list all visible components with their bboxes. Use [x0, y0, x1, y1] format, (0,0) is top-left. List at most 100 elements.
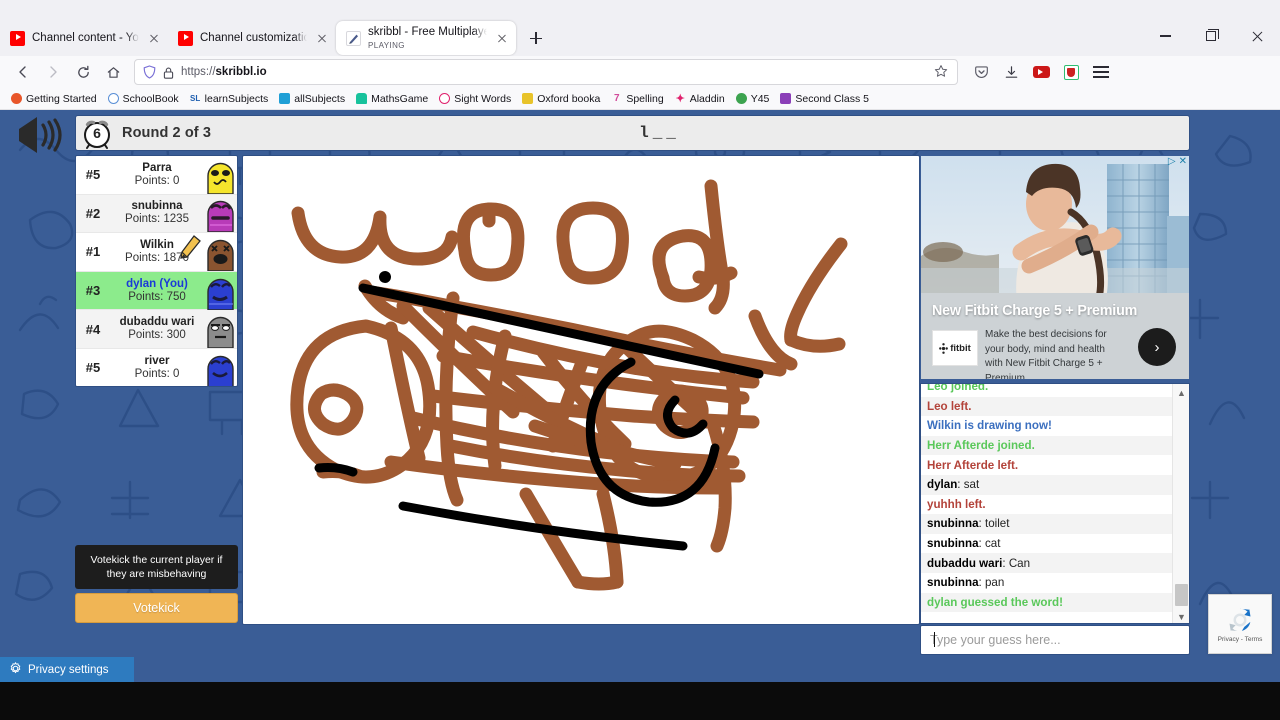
tab-2[interactable]: skribbl - Free Multiplayer Drawi PLAYING: [336, 21, 516, 55]
browser-titlebar: Channel content - YouTube Stu Channel cu…: [0, 0, 1280, 56]
word-hint-char-1: _: [652, 124, 663, 142]
tab-0-title: Channel content - YouTube Stu: [32, 31, 139, 44]
new-tab-button[interactable]: [522, 24, 550, 52]
menu-icon[interactable]: [1086, 58, 1116, 86]
url-text: https://skribbl.io: [181, 66, 926, 78]
tab-1-close-icon[interactable]: [314, 30, 330, 46]
chat-message: snubinna: pan: [927, 576, 1005, 590]
tab-2-close-icon[interactable]: [494, 30, 510, 46]
recaptcha-badge[interactable]: Privacy - Terms: [1208, 594, 1272, 654]
player-4-rank: #4: [85, 321, 101, 337]
bookmark-2[interactable]: SL learnSubjects: [185, 91, 274, 107]
chat-message-8-text: cat: [984, 537, 1001, 551]
close-window-button[interactable]: [1234, 20, 1280, 52]
scroll-up-icon[interactable]: ▲: [1173, 384, 1189, 401]
player-2-rank: #1: [85, 244, 101, 260]
firefox-icon: [11, 93, 22, 104]
game-wrapper: 6 Round 2 of 3 l _ _ #5 Parra Points: 0: [19, 115, 1190, 667]
bookmark-1[interactable]: SchoolBook: [103, 91, 184, 107]
bookmark-6-label: Oxford booka: [537, 92, 601, 105]
bookmark-3[interactable]: allSubjects: [274, 91, 350, 107]
navigation-bar: https://skribbl.io: [0, 56, 1280, 88]
privacy-settings-label: Privacy settings: [28, 663, 109, 676]
bookmark-4-label: MathsGame: [371, 92, 429, 105]
player-3-points: Points: 750: [128, 290, 186, 303]
chat-message-5-text: sat: [963, 478, 980, 492]
chat-message-9-author: dubaddu wari: [927, 556, 1003, 570]
chat-message: Wilkin is drawing now!: [921, 416, 1173, 436]
url-bar[interactable]: https://skribbl.io: [134, 59, 958, 85]
chat-message: dylan: sat: [921, 474, 1173, 495]
advertisement[interactable]: ▷ ✕ New Fitbit Charge 5 + Premium fitbit…: [920, 155, 1190, 380]
star-icon: ✦: [675, 93, 685, 105]
chevron-right-icon[interactable]: ›: [1138, 328, 1176, 366]
bookmarks-bar: Getting Started SchoolBook SL learnSubjec…: [0, 88, 1280, 110]
tab-0-close-icon[interactable]: [146, 30, 162, 46]
pocket-icon[interactable]: [966, 58, 996, 86]
player-row-4: #4 dubaddu wari Points: 300: [76, 310, 237, 349]
shield-extension-icon[interactable]: [1056, 58, 1086, 86]
chat-message: snubinna: cat: [927, 537, 1001, 551]
player-5-rank: #5: [85, 360, 101, 376]
player-5-points: Points: 0: [134, 367, 180, 380]
word-hint-char-0: l: [639, 124, 649, 142]
recaptcha-terms: Terms: [1244, 636, 1263, 643]
bookmark-5[interactable]: Sight Words: [434, 91, 516, 107]
privacy-settings-button[interactable]: Privacy settings: [0, 657, 134, 682]
bookmark-10[interactable]: Second Class 5: [775, 91, 874, 107]
bookmark-9[interactable]: Y45: [731, 91, 775, 107]
recaptcha-privacy: Privacy: [1217, 636, 1239, 643]
tab-1-title: Channel customization - YouTu: [200, 31, 307, 44]
tab-2-labels: skribbl - Free Multiplayer Drawi PLAYING: [368, 26, 487, 51]
chat-message: yuhhh left.: [921, 495, 1173, 515]
text-icon: SL: [190, 94, 201, 103]
ad-close-icon[interactable]: ✕: [1179, 157, 1187, 167]
chat-message: Herr Afterde joined.: [921, 435, 1173, 456]
download-icon[interactable]: [996, 58, 1026, 86]
speaker-icon[interactable]: [7, 113, 63, 157]
scroll-down-icon[interactable]: ▼: [1173, 608, 1189, 623]
ad-badges[interactable]: ▷ ✕: [1168, 157, 1187, 167]
chat-message-9-text: Can: [1008, 556, 1031, 570]
tab-0[interactable]: Channel content - YouTube Stu: [0, 20, 168, 56]
bookmark-8[interactable]: ✦ Aladdin: [670, 91, 730, 107]
youtube-extension-icon[interactable]: [1026, 58, 1056, 86]
skribbl-page: 6 Round 2 of 3 l _ _ #5 Parra Points: 0: [0, 110, 1280, 682]
avatar: [204, 156, 237, 195]
bookmark-2-label: learnSubjects: [204, 92, 269, 105]
ad-brand: fitbit: [950, 342, 971, 354]
votekick-button[interactable]: Votekick: [75, 593, 238, 623]
forward-arrow-icon[interactable]: [38, 58, 68, 86]
reload-icon[interactable]: [68, 58, 98, 86]
tab-strip: Channel content - YouTube Stu Channel cu…: [0, 20, 550, 56]
bookmark-7[interactable]: 7 Spelling: [606, 91, 668, 107]
bookmark-6[interactable]: Oxford booka: [517, 91, 605, 107]
fitbit-logo-icon: fitbit: [932, 330, 978, 366]
chat-message: Leo joined.: [921, 384, 1173, 397]
drawing-canvas[interactable]: [242, 155, 920, 625]
minimize-button[interactable]: [1142, 20, 1188, 52]
player-1-points: Points: 1235: [125, 213, 189, 226]
scrollbar-thumb[interactable]: [1175, 584, 1188, 606]
player-3-info: dylan (You) Points: 750: [110, 278, 204, 304]
timer-value: 6: [93, 125, 101, 141]
maximize-button[interactable]: [1188, 20, 1234, 52]
recaptcha-icon: [1229, 608, 1251, 632]
player-0-info: Parra Points: 0: [110, 162, 204, 188]
bookmark-0[interactable]: Getting Started: [6, 91, 102, 107]
adchoices-icon[interactable]: ▷: [1168, 157, 1176, 167]
chat-scrollbar[interactable]: ▲ ▼: [1172, 384, 1189, 623]
avatar: [204, 272, 237, 311]
chat-message-2-text: Wilkin is drawing now!: [927, 419, 1052, 433]
home-icon[interactable]: [98, 58, 128, 86]
timer-clock-icon: 6: [80, 116, 114, 150]
bookmark-star-icon[interactable]: [933, 64, 949, 80]
bookmark-4[interactable]: MathsGame: [351, 91, 433, 107]
guess-input[interactable]: [920, 625, 1190, 655]
chat-message-1-text: Leo left.: [927, 399, 972, 413]
back-arrow-icon[interactable]: [8, 58, 38, 86]
player-1-rank: #2: [85, 205, 101, 221]
player-4-info: dubaddu wari Points: 300: [110, 316, 204, 342]
tab-1[interactable]: Channel customization - YouTu: [168, 20, 336, 56]
window-controls: [1142, 20, 1280, 52]
